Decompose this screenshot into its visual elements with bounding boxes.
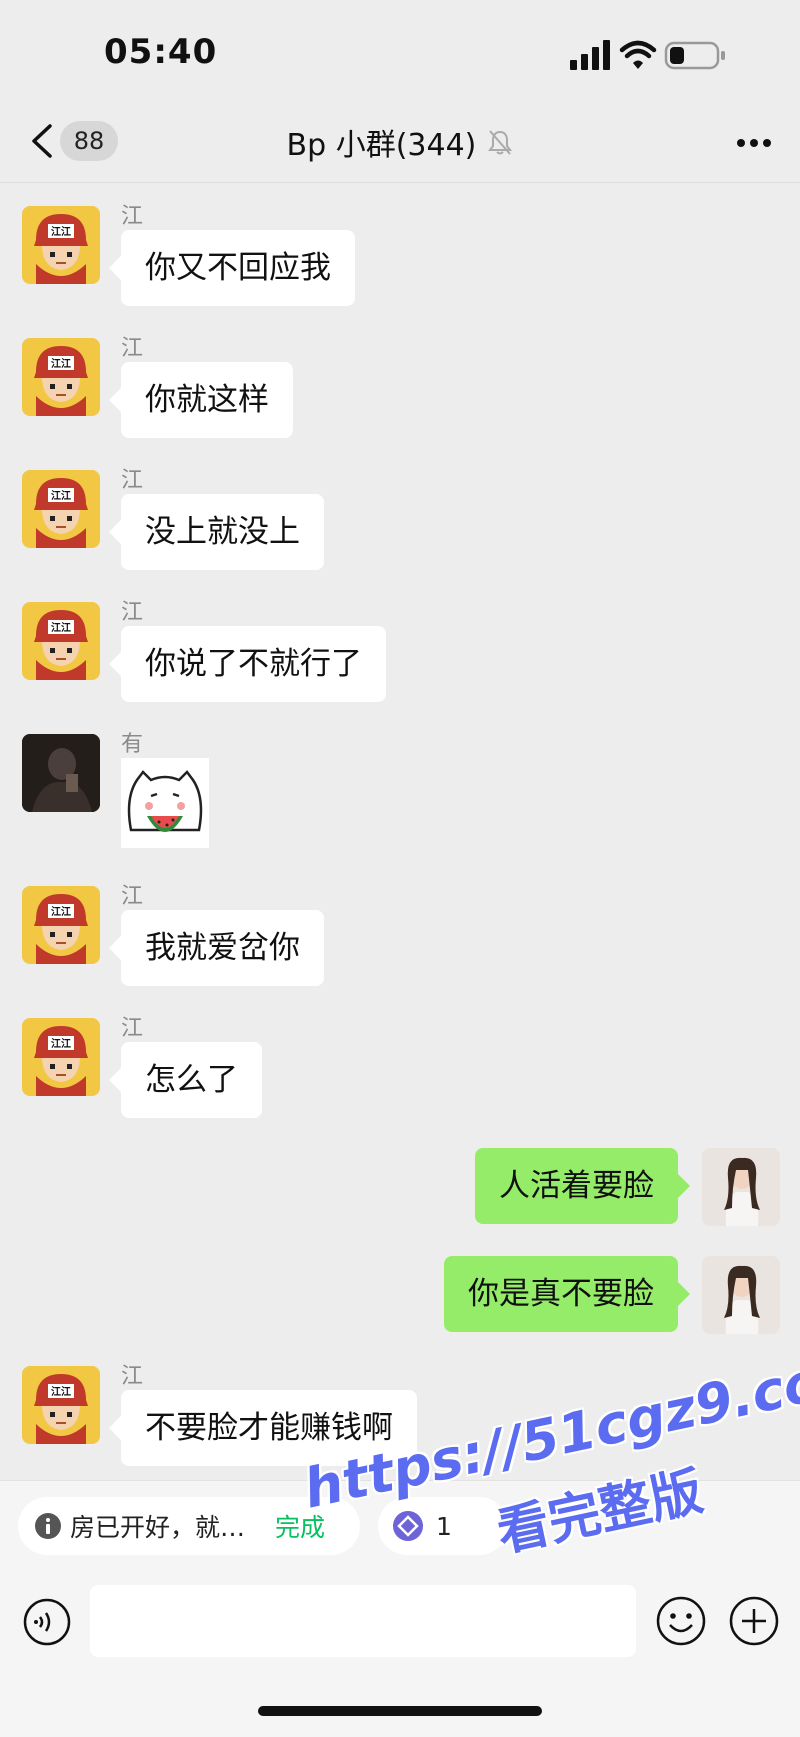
dark-photo-avatar-icon bbox=[22, 734, 100, 812]
avatar-badge-text: 江江 bbox=[51, 225, 71, 238]
message-bubble-self[interactable]: 人活着要脸 bbox=[475, 1148, 690, 1224]
avatar-jiangjiang[interactable]: 江江 bbox=[22, 602, 100, 680]
avatar-jiangjiang[interactable]: 江江 bbox=[22, 1366, 100, 1444]
emoji-icon[interactable] bbox=[655, 1595, 707, 1647]
avatar-jiangjiang[interactable]: 江江 bbox=[22, 470, 100, 548]
avatar-jiangjiang[interactable]: 江江 bbox=[22, 1018, 100, 1096]
message-bubble[interactable]: 没上就没上 bbox=[109, 494, 324, 570]
status-time: 05:40 bbox=[104, 32, 218, 72]
cartoon-avatar-icon: 江江 bbox=[22, 886, 100, 964]
cartoon-avatar-icon: 江江 bbox=[22, 1366, 100, 1444]
info-icon bbox=[35, 1513, 61, 1539]
avatar-jiangjiang[interactable]: 江江 bbox=[22, 886, 100, 964]
portrait-avatar-icon bbox=[702, 1148, 780, 1226]
message-bubble[interactable]: 你说了不就行了 bbox=[109, 626, 386, 702]
avatar-youlinbing[interactable] bbox=[22, 734, 100, 812]
avatar-self[interactable] bbox=[702, 1148, 780, 1226]
sticker-message[interactable] bbox=[121, 758, 209, 848]
message-bubble[interactable]: 我就爱岔你 bbox=[109, 910, 324, 986]
message-bubble[interactable]: 你就这样 bbox=[109, 362, 293, 438]
cartoon-avatar-icon: 江江 bbox=[22, 470, 100, 548]
avatar-badge-text: 江江 bbox=[51, 489, 71, 502]
avatar-badge-text: 江江 bbox=[51, 357, 71, 370]
cartoon-avatar-icon: 江江 bbox=[22, 1018, 100, 1096]
more-options-icon[interactable] bbox=[736, 138, 772, 148]
message-bubble[interactable]: 怎么了 bbox=[109, 1042, 262, 1118]
avatar-badge-text: 江江 bbox=[51, 905, 71, 918]
voice-input-icon[interactable] bbox=[22, 1597, 72, 1647]
avatar-jiangjiang[interactable]: 江江 bbox=[22, 338, 100, 416]
cartoon-avatar-icon: 江江 bbox=[22, 338, 100, 416]
cartoon-avatar-icon: 江江 bbox=[22, 602, 100, 680]
signal-wifi-battery-icon bbox=[570, 40, 725, 70]
chat-title[interactable]: Bp 小群(344) bbox=[287, 128, 477, 163]
cartoon-avatar-icon: 江江 bbox=[22, 206, 100, 284]
status-bar: 05:40 bbox=[0, 0, 800, 100]
muted-bell-icon bbox=[488, 130, 513, 155]
avatar-badge-text: 江江 bbox=[51, 621, 71, 634]
message-bubble[interactable]: 你又不回应我 bbox=[109, 230, 355, 306]
add-more-icon[interactable] bbox=[728, 1595, 780, 1647]
avatar-jiangjiang[interactable]: 江江 bbox=[22, 206, 100, 284]
avatar-badge-text: 江江 bbox=[51, 1385, 71, 1398]
cat-eating-watermelon-sticker-icon bbox=[127, 770, 203, 832]
avatar-badge-text: 江江 bbox=[51, 1037, 71, 1050]
home-indicator bbox=[258, 1706, 542, 1716]
nav-bar: 88 Bp 小群(344) bbox=[0, 100, 800, 183]
message-bubble-self[interactable]: 你是真不要脸 bbox=[444, 1256, 690, 1332]
chat-title-wrap: Bp 小群(344) bbox=[0, 120, 800, 164]
status-icons bbox=[570, 38, 730, 72]
reminder-text: 房已开好，就… bbox=[70, 1513, 246, 1542]
